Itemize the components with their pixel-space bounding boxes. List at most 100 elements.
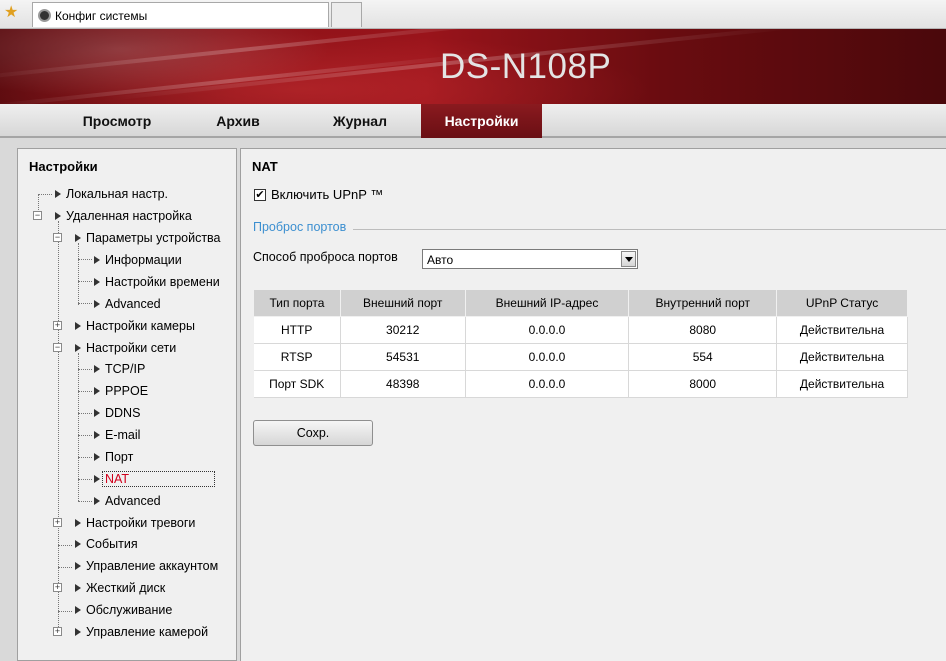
expand-icon[interactable]: + bbox=[53, 518, 62, 527]
upnp-checkbox[interactable]: ✔ bbox=[254, 189, 266, 201]
upnp-checkbox-label[interactable]: Включить UPnP ™ bbox=[271, 187, 383, 202]
tree-item-information[interactable]: Информации bbox=[18, 250, 236, 270]
tree-item-pppoe[interactable]: PPPOE bbox=[18, 381, 236, 401]
arrow-right-icon bbox=[75, 584, 81, 592]
tree-item-device-advanced[interactable]: Advanced bbox=[18, 294, 236, 314]
tree-item-email[interactable]: E-mail bbox=[18, 425, 236, 445]
mapping-mode-value: Авто bbox=[427, 253, 454, 267]
cell-port-type: HTTP bbox=[253, 316, 341, 344]
collapse-icon[interactable]: − bbox=[53, 233, 62, 242]
arrow-right-icon bbox=[94, 300, 100, 308]
tree-item-network-settings[interactable]: − Настройки сети bbox=[18, 338, 236, 358]
cell-internal-port: 8080 bbox=[628, 316, 778, 344]
tree-item-port[interactable]: Порт bbox=[18, 447, 236, 467]
cell-upnp-status: Действительна bbox=[776, 343, 908, 371]
new-tab-button[interactable] bbox=[331, 2, 362, 27]
tree-item-camera-management[interactable]: + Управление камерой bbox=[18, 622, 236, 642]
column-header: Внешний порт bbox=[339, 289, 466, 317]
arrow-right-icon bbox=[94, 278, 100, 286]
tree-item-alarm-settings[interactable]: + Настройки тревоги bbox=[18, 513, 236, 533]
tree-item-label: События bbox=[86, 537, 138, 551]
arrow-right-icon bbox=[94, 453, 100, 461]
save-button[interactable]: Сохр. bbox=[253, 420, 373, 446]
tree-item-account-management[interactable]: Управление аккаунтом bbox=[18, 556, 236, 576]
table-row: RTSP 54531 0.0.0.0 554 Действительна bbox=[253, 343, 908, 371]
expand-icon[interactable]: + bbox=[53, 627, 62, 636]
tree-item-label: TCP/IP bbox=[105, 362, 146, 376]
nav-tab-live-view[interactable]: Просмотр bbox=[62, 104, 172, 138]
tree-item-device-params[interactable]: − Параметры устройства bbox=[18, 228, 236, 248]
arrow-right-icon bbox=[94, 256, 100, 264]
collapse-icon[interactable]: − bbox=[33, 211, 42, 220]
arrow-right-icon bbox=[94, 431, 100, 439]
arrow-right-icon bbox=[75, 606, 81, 614]
sidebar-title: Настройки bbox=[29, 159, 98, 174]
nav-tab-playback[interactable]: Архив bbox=[190, 104, 286, 138]
tree-item-hard-disk[interactable]: + Жесткий диск bbox=[18, 578, 236, 598]
cell-upnp-status: Действительна bbox=[776, 316, 908, 344]
tree-item-label: Настройки времени bbox=[105, 275, 220, 289]
tree-item-label: Удаленная настройка bbox=[66, 209, 192, 223]
favorites-star-icon[interactable]: ★ bbox=[4, 5, 20, 21]
tree-item-local-config[interactable]: Локальная настр. bbox=[18, 184, 236, 204]
arrow-right-icon bbox=[75, 628, 81, 636]
tree-item-label: Управление аккаунтом bbox=[86, 559, 219, 573]
browser-tab[interactable]: Конфиг системы bbox=[32, 2, 329, 27]
tree-item-network-advanced[interactable]: Advanced bbox=[18, 491, 236, 511]
tree-item-label: Управление камерой bbox=[86, 625, 209, 639]
cell-external-port: 48398 bbox=[340, 370, 466, 398]
chevron-down-icon[interactable] bbox=[621, 251, 636, 267]
table-row: HTTP 30212 0.0.0.0 8080 Действительна bbox=[253, 316, 908, 344]
column-header: Внутренний порт bbox=[628, 289, 778, 317]
arrow-right-icon bbox=[75, 540, 81, 548]
cell-port-type: Порт SDK bbox=[253, 370, 341, 398]
column-header: UPnP Статус bbox=[776, 289, 908, 317]
tree-item-label: Advanced bbox=[105, 494, 161, 508]
table-row: Порт SDK 48398 0.0.0.0 8000 Действительн… bbox=[253, 370, 908, 398]
port-mapping-title: Проброс портов bbox=[253, 220, 347, 234]
cell-internal-port: 554 bbox=[628, 343, 778, 371]
tree-item-events[interactable]: События bbox=[18, 534, 236, 554]
column-header: Внешний IP-адрес bbox=[464, 289, 630, 317]
tree-item-label: Обслуживание bbox=[86, 603, 173, 617]
browser-tab-strip: ★ Конфиг системы bbox=[0, 0, 946, 29]
tree-item-maintenance[interactable]: Обслуживание bbox=[18, 600, 236, 620]
arrow-right-icon bbox=[75, 322, 81, 330]
arrow-right-icon bbox=[75, 519, 81, 527]
tree-item-ddns[interactable]: DDNS bbox=[18, 403, 236, 423]
arrow-right-icon bbox=[94, 409, 100, 417]
tree-item-label: Локальная настр. bbox=[66, 187, 169, 201]
collapse-icon[interactable]: − bbox=[53, 343, 62, 352]
tree-item-time-settings[interactable]: Настройки времени bbox=[18, 272, 236, 292]
tree-item-label: Настройки тревоги bbox=[86, 516, 196, 530]
divider bbox=[353, 229, 946, 230]
header-banner: DS-N108P bbox=[0, 29, 946, 104]
expand-icon[interactable]: + bbox=[53, 583, 62, 592]
tree-item-label: NAT bbox=[105, 472, 130, 486]
arrow-right-icon bbox=[75, 234, 81, 242]
content-panel: NAT ✔ Включить UPnP ™ Проброс портов Спо… bbox=[240, 148, 946, 661]
port-table: Тип порта Внешний порт Внешний IP-адрес … bbox=[253, 289, 908, 398]
tree-item-label: Advanced bbox=[105, 297, 161, 311]
expand-icon[interactable]: + bbox=[53, 321, 62, 330]
tree-item-remote-config[interactable]: − Удаленная настройка bbox=[18, 206, 236, 226]
arrow-right-icon bbox=[55, 212, 61, 220]
tree-item-label: Информации bbox=[105, 253, 182, 267]
device-name: DS-N108P bbox=[440, 47, 612, 86]
cell-upnp-status: Действительна bbox=[776, 370, 908, 398]
tree-item-label: Порт bbox=[105, 450, 134, 464]
tree-item-label: Жесткий диск bbox=[86, 581, 166, 595]
tree-item-nat[interactable]: NAT bbox=[18, 469, 236, 489]
nav-tab-configuration[interactable]: Настройки bbox=[421, 104, 542, 138]
tree-item-label: Настройки камеры bbox=[86, 319, 195, 333]
cell-external-ip: 0.0.0.0 bbox=[465, 343, 630, 371]
nav-tab-log[interactable]: Журнал bbox=[305, 104, 415, 138]
tree-item-camera-settings[interactable]: + Настройки камеры bbox=[18, 316, 236, 336]
tree-item-tcpip[interactable]: TCP/IP bbox=[18, 359, 236, 379]
mapping-mode-select[interactable]: Авто bbox=[422, 249, 638, 269]
arrow-right-icon bbox=[94, 365, 100, 373]
tree-item-label: DDNS bbox=[105, 406, 141, 420]
cell-port-type: RTSP bbox=[253, 343, 341, 371]
sidebar: Настройки Локальная настр. − Удаленная н… bbox=[17, 148, 237, 661]
cell-external-port: 54531 bbox=[340, 343, 466, 371]
